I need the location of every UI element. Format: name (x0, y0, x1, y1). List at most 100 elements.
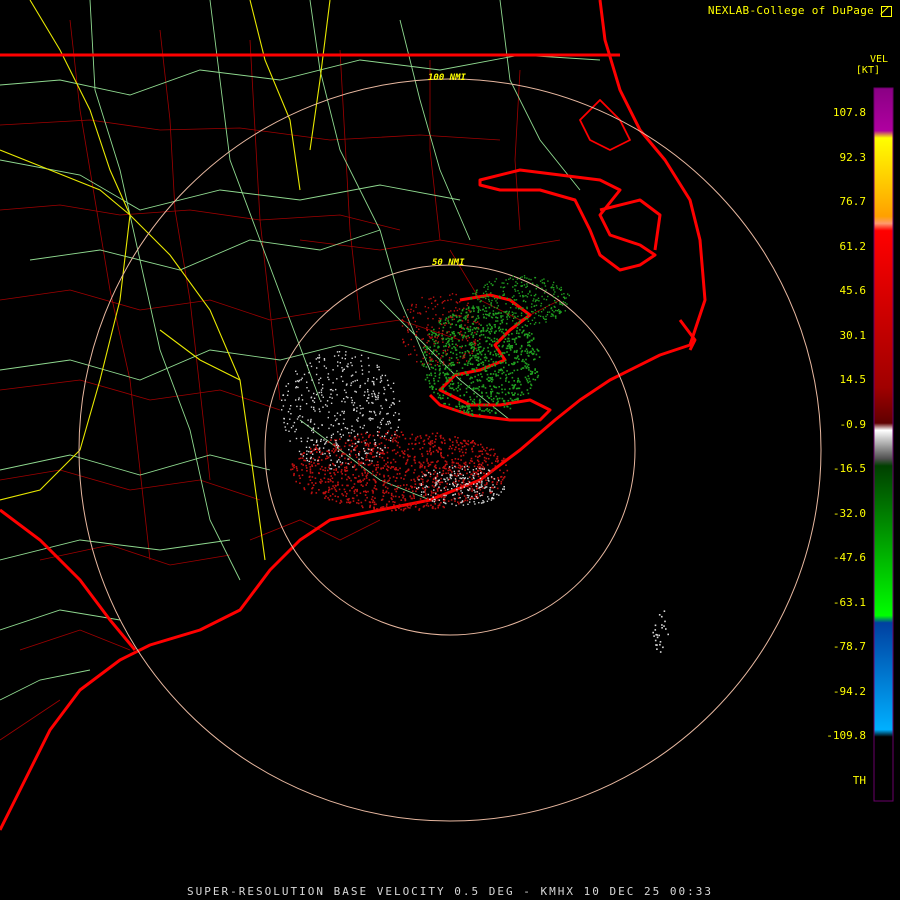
echo-pixel (426, 351, 428, 353)
echo-pixel (343, 488, 346, 491)
echo-pixel (538, 322, 541, 324)
echo-pixel (490, 358, 493, 361)
echo-pixel (283, 421, 285, 424)
echo-pixel (394, 507, 396, 510)
echo-pixel (455, 475, 458, 478)
echo-pixel (361, 365, 363, 367)
echo-pixel (366, 431, 368, 433)
echo-pixel (298, 474, 301, 477)
echo-pixel (392, 458, 395, 461)
echo-pixel (343, 368, 345, 370)
echo-pixel (506, 313, 509, 316)
echo-pixel (439, 435, 442, 437)
echo-pixel (370, 411, 372, 413)
echo-pixel (330, 475, 332, 477)
echo-pixel (500, 362, 502, 365)
echo-pixel (430, 461, 433, 464)
echo-pixel (547, 295, 549, 298)
echo-pixel (469, 377, 471, 380)
echo-pixel (432, 338, 434, 341)
echo-pixel (442, 300, 444, 303)
echo-pixel (447, 316, 450, 318)
legend-label: 92.3 (839, 150, 867, 164)
echo-pixel (449, 334, 452, 336)
echo-pixel (509, 345, 511, 348)
echo-pixel (439, 387, 442, 390)
echo-pixel (430, 374, 433, 377)
echo-pixel (345, 396, 348, 398)
echo-pixel (524, 333, 526, 336)
echo-pixel (443, 498, 445, 500)
echo-pixel (441, 474, 443, 476)
echo-pixel (379, 381, 382, 383)
echo-pixel (486, 464, 489, 466)
echo-pixel (324, 497, 326, 499)
echo-pixel (398, 400, 401, 402)
echo-pixel (356, 379, 358, 381)
legend-label: -78.7 (832, 640, 866, 653)
echo-pixel (309, 472, 312, 474)
echo-pixel (471, 490, 473, 492)
echo-pixel (298, 397, 300, 399)
echo-pixel (448, 367, 450, 370)
echo-pixel (436, 475, 439, 478)
echo-pixel (391, 438, 394, 441)
echo-pixel (428, 335, 431, 338)
echo-pixel (511, 372, 514, 374)
echo-pixel (516, 330, 518, 332)
echo-pixel (506, 405, 509, 408)
echo-pixel (359, 384, 362, 387)
echo-pixel (488, 397, 491, 399)
legend-label: -16.5 (832, 462, 866, 475)
echo-pixel (527, 392, 530, 395)
echo-pixel (481, 482, 483, 484)
echo-pixel (295, 480, 297, 483)
range-ring-100nmi (78, 78, 822, 822)
echo-pixel (310, 420, 312, 422)
echo-pixel (320, 440, 322, 442)
echo-pixel (524, 376, 527, 379)
echo-pixel (440, 477, 442, 480)
echo-pixel (454, 482, 457, 485)
echo-pixel (532, 337, 535, 339)
echo-pixel (474, 503, 476, 505)
echo-pixel (531, 303, 533, 305)
echo-pixel (450, 477, 452, 480)
echo-pixel (309, 362, 311, 364)
echo-pixel (513, 312, 515, 314)
echo-pixel (473, 462, 476, 464)
echo-pixel (435, 435, 437, 437)
echo-pixel (378, 443, 381, 445)
echo-pixel (471, 363, 474, 366)
echo-pixel (431, 385, 433, 387)
echo-pixel (339, 461, 341, 463)
echo-pixel (460, 383, 462, 386)
echo-pixel (316, 451, 318, 453)
echo-pixel (327, 497, 329, 499)
echo-pixel (476, 330, 479, 333)
echo-pixel (471, 307, 474, 309)
echo-pixel (479, 358, 482, 361)
echo-pixel (284, 426, 286, 428)
echo-pixel (478, 408, 480, 411)
echo-pixel (368, 479, 371, 481)
echo-pixel (446, 463, 448, 465)
echo-pixel (363, 447, 365, 450)
echo-pixel (521, 291, 523, 293)
echo-pixel (423, 495, 425, 497)
echo-pixel (348, 448, 350, 451)
echo-pixel (512, 278, 514, 281)
echo-pixel (560, 303, 562, 305)
echo-pixel (498, 311, 500, 314)
echo-pixel (477, 387, 479, 390)
echo-pixel (512, 363, 514, 366)
echo-pixel (440, 453, 442, 455)
echo-pixel (347, 462, 349, 465)
echo-pixel (562, 301, 565, 303)
echo-pixel (533, 294, 536, 297)
echo-pixel (462, 474, 464, 476)
echo-pixel (485, 483, 488, 486)
echo-pixel (296, 380, 299, 382)
echo-pixel (468, 343, 471, 346)
echo-pixel (334, 495, 337, 497)
